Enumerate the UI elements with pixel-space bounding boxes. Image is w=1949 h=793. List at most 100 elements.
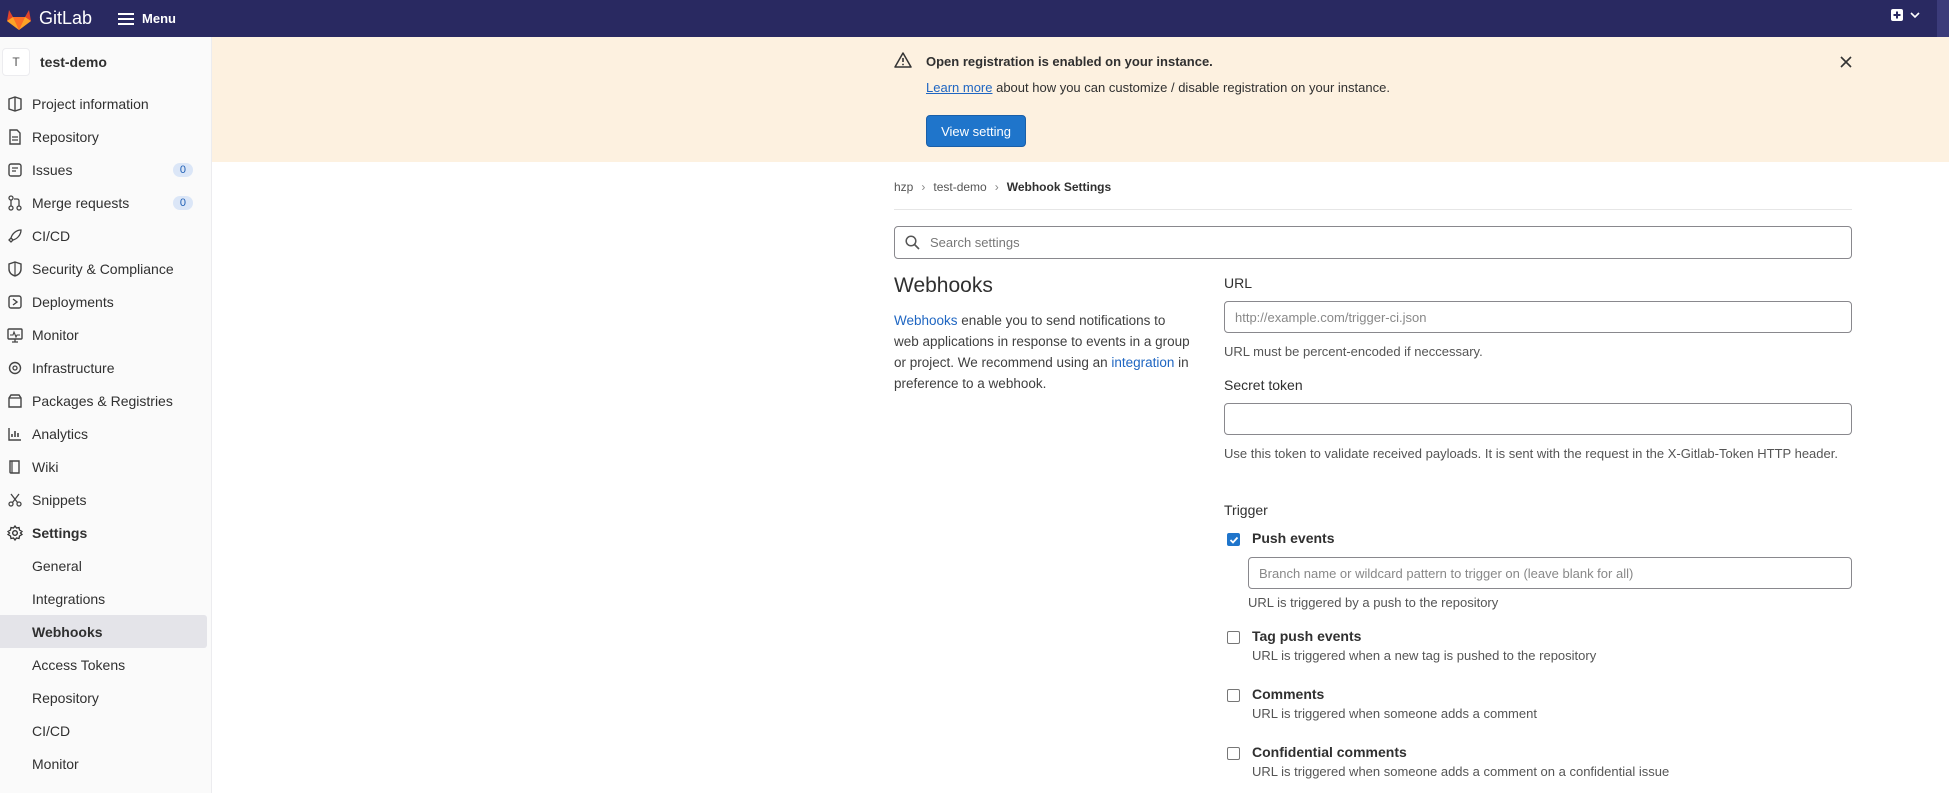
push-events-help: URL is triggered by a push to the reposi… <box>1248 595 1499 610</box>
search-settings[interactable] <box>894 226 1852 259</box>
breadcrumb-item-project[interactable]: test-demo <box>933 180 986 194</box>
close-icon[interactable] <box>1839 53 1853 74</box>
url-input[interactable] <box>1224 301 1852 333</box>
sidebar-item-deployments[interactable]: Deployments <box>0 285 211 318</box>
sidebar-item-label: Wiki <box>32 458 59 475</box>
monitor-icon <box>6 326 24 344</box>
project-avatar: T <box>2 48 30 76</box>
deployments-icon <box>6 293 24 311</box>
package-icon <box>6 392 24 410</box>
branch-filter-input[interactable] <box>1248 557 1852 589</box>
tag-push-events-title[interactable]: Tag push events <box>1252 628 1596 644</box>
alert-body: Learn more about how you can customize /… <box>926 80 1390 95</box>
search-icon <box>905 235 920 250</box>
top-navbar: GitLab Menu <box>0 0 1949 37</box>
sidebar-subitem-integrations[interactable]: Integrations <box>0 582 207 615</box>
warning-icon <box>894 52 912 73</box>
sidebar-item-analytics[interactable]: Analytics <box>0 417 211 450</box>
alert-body-text: about how you can customize / disable re… <box>992 80 1390 95</box>
navbar-edge <box>1937 0 1949 37</box>
sidebar-item-wiki[interactable]: Wiki <box>0 450 211 483</box>
sidebar-item-repository[interactable]: Repository <box>0 120 211 153</box>
sidebar-item-infrastructure[interactable]: Infrastructure <box>0 351 211 384</box>
breadcrumb-item-current[interactable]: Webhook Settings <box>1007 180 1111 194</box>
secret-token-group: Secret token Use this token to validate … <box>1224 377 1852 464</box>
secret-token-label: Secret token <box>1224 377 1303 393</box>
scissors-icon <box>6 491 24 509</box>
alert-title: Open registration is enabled on your ins… <box>926 54 1213 69</box>
new-dropdown[interactable] <box>1890 8 1921 22</box>
sidebar-item-project-information[interactable]: Project information <box>0 87 211 120</box>
comments-title[interactable]: Comments <box>1252 686 1537 702</box>
sidebar-item-issues[interactable]: Issues 0 <box>0 153 211 186</box>
check-icon <box>1229 536 1238 544</box>
integration-link[interactable]: integration <box>1111 355 1174 370</box>
tag-push-events-checkbox[interactable] <box>1227 631 1240 644</box>
comments-text: Comments URL is triggered when someone a… <box>1252 686 1537 721</box>
shield-icon <box>6 260 24 278</box>
sidebar-item-settings[interactable]: Settings <box>0 516 211 549</box>
sidebar-project[interactable]: T test-demo <box>0 37 211 87</box>
cloud-gear-icon <box>6 359 24 377</box>
sidebar-subitem-ci-cd[interactable]: CI/CD <box>0 714 207 747</box>
section-description: Webhooks enable you to send notification… <box>894 310 1190 394</box>
learn-more-link[interactable]: Learn more <box>926 80 992 95</box>
push-events-title[interactable]: Push events <box>1252 530 1334 546</box>
webhooks-docs-link[interactable]: Webhooks <box>894 313 958 328</box>
tag-push-events-help: URL is triggered when a new tag is pushe… <box>1252 648 1597 663</box>
breadcrumb: hzp › test-demo › Webhook Settings <box>894 180 1111 194</box>
sidebar-subitem-general[interactable]: General <box>0 549 207 582</box>
push-events-option: Push events <box>1227 530 1334 546</box>
sidebar-subitem-webhooks[interactable]: Webhooks <box>0 615 207 648</box>
trigger-label: Trigger <box>1224 502 1268 518</box>
sidebar-item-packages-registries[interactable]: Packages & Registries <box>0 384 211 417</box>
sidebar-item-snippets[interactable]: Snippets <box>0 483 211 516</box>
tanuki-icon <box>7 9 31 30</box>
registration-alert: Open registration is enabled on your ins… <box>212 37 1949 162</box>
sidebar-item-label: Repository <box>32 128 99 145</box>
sidebar-item-ci-cd[interactable]: CI/CD <box>0 219 211 252</box>
search-input[interactable] <box>928 234 1728 251</box>
chevron-down-icon <box>1910 12 1920 19</box>
merge-request-icon <box>6 194 24 212</box>
sidebar-item-label: Analytics <box>32 425 89 442</box>
sidebar-item-label: Project information <box>32 95 149 112</box>
view-setting-button[interactable]: View setting <box>926 115 1026 147</box>
gitlab-logo[interactable]: GitLab <box>6 7 92 31</box>
breadcrumb-item-namespace[interactable]: hzp <box>894 180 913 194</box>
sidebar-item-label: CI/CD <box>32 227 71 244</box>
confidential-comments-checkbox[interactable] <box>1227 747 1240 760</box>
gear-icon <box>6 524 24 542</box>
tag-push-events-text: Tag push events URL is triggered when a … <box>1252 628 1596 663</box>
push-events-checkbox[interactable] <box>1227 533 1240 546</box>
sidebar-subitem-monitor[interactable]: Monitor <box>0 747 207 780</box>
breadcrumb-divider <box>894 209 1852 210</box>
sidebar-item-security-compliance[interactable]: Security & Compliance <box>0 252 211 285</box>
section-title: Webhooks <box>894 274 993 297</box>
sidebar-subitem-access-tokens[interactable]: Access Tokens <box>0 648 207 681</box>
brand-name: GitLab <box>39 8 93 28</box>
sidebar-item-monitor[interactable]: Monitor <box>0 318 211 351</box>
url-group: URL URL must be percent-encoded if necce… <box>1224 275 1852 362</box>
confidential-comments-title[interactable]: Confidential comments <box>1252 744 1669 760</box>
menu-label: Menu <box>142 11 176 26</box>
chevron-right-icon: › <box>921 180 926 194</box>
comments-option: Comments URL is triggered when someone a… <box>1227 686 1537 721</box>
hamburger-icon <box>118 12 135 25</box>
plus-square-icon <box>1891 9 1903 21</box>
tag-push-events-option: Tag push events URL is triggered when a … <box>1227 628 1596 663</box>
sidebar-subitem-repository[interactable]: Repository <box>0 681 207 714</box>
merge-requests-count-badge: 0 <box>172 195 193 210</box>
sidebar-item-label: Infrastructure <box>32 359 115 376</box>
sidebar-item-label: Packages & Registries <box>32 392 173 409</box>
confidential-comments-text: Confidential comments URL is triggered w… <box>1252 744 1669 779</box>
menu-button[interactable]: Menu <box>118 11 176 26</box>
book-icon <box>6 458 24 476</box>
secret-token-input[interactable] <box>1224 403 1852 435</box>
chevron-right-icon: › <box>994 180 999 194</box>
sidebar-item-label: Deployments <box>32 293 114 310</box>
project-icon <box>6 95 24 113</box>
sidebar-item-label: Snippets <box>32 491 87 508</box>
sidebar-item-merge-requests[interactable]: Merge requests 0 <box>0 186 211 219</box>
comments-checkbox[interactable] <box>1227 689 1240 702</box>
